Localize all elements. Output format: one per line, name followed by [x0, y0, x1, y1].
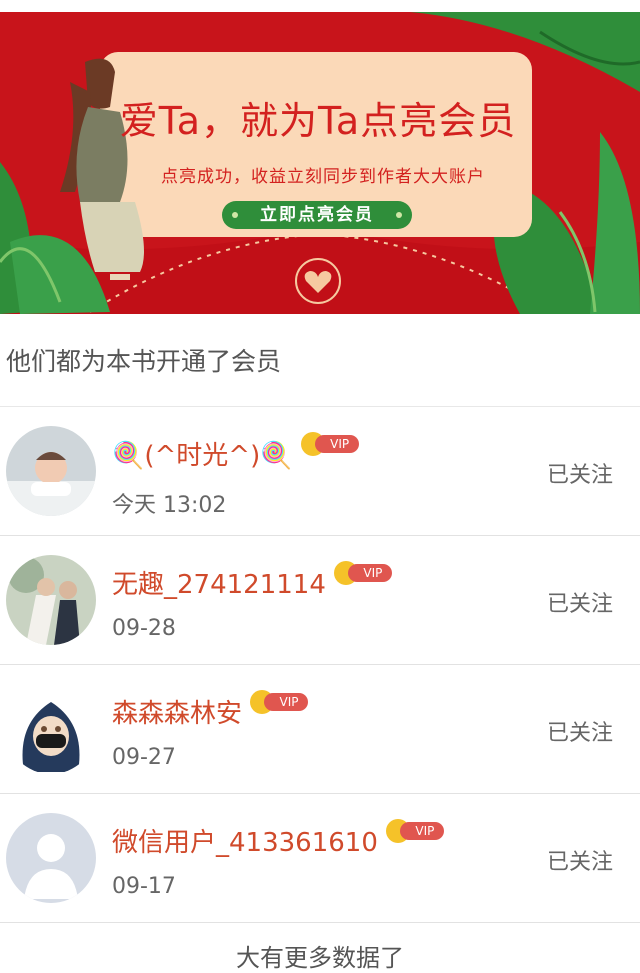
member-name[interactable]: 无趣_274121114: [112, 564, 326, 601]
default-avatar-icon: [6, 813, 96, 903]
member-name[interactable]: 微信用户_413361610: [112, 822, 378, 859]
hooded-character-icon: [6, 684, 96, 774]
heart-seal-icon: [295, 258, 341, 304]
member-row[interactable]: 🍭(^时光^)🍭 VIP 今天 13:02 已关注: [0, 407, 640, 536]
vip-badge: VIP: [250, 689, 309, 714]
banner-title: 爱Ta，就为Ta点亮会员: [119, 99, 517, 143]
member-date: 09-27: [112, 745, 176, 770]
light-up-membership-button[interactable]: 立即点亮会员: [222, 201, 412, 229]
avatar[interactable]: [6, 684, 96, 774]
followed-button[interactable]: 已关注: [547, 586, 613, 618]
section-title: 他们都为本书开通了会员: [0, 314, 640, 407]
member-date: 09-17: [112, 874, 176, 899]
followed-button[interactable]: 已关注: [547, 457, 613, 489]
baby-photo-icon: [6, 426, 96, 516]
avatar[interactable]: [6, 813, 96, 903]
banner-subtitle: 点亮成功，收益立刻同步到作者大大账户: [161, 167, 485, 187]
avatar[interactable]: [6, 426, 96, 516]
followed-button[interactable]: 已关注: [547, 844, 613, 876]
vip-badge: VIP: [333, 560, 392, 585]
member-date: 09-28: [112, 616, 176, 641]
vip-badge: VIP: [300, 431, 359, 456]
followed-button[interactable]: 已关注: [547, 715, 613, 747]
member-name[interactable]: 🍭(^时光^)🍭: [112, 435, 293, 472]
membership-banner[interactable]: 爱Ta，就为Ta点亮会员 点亮成功，收益立刻同步到作者大大账户 立即点亮会员: [0, 12, 640, 314]
no-more-data-text: 大有更多数据了: [236, 944, 404, 972]
member-name[interactable]: 森森森林安: [112, 693, 242, 730]
member-row[interactable]: 微信用户_413361610 VIP 09-17 已关注: [0, 794, 640, 923]
member-row[interactable]: 森森森林安 VIP 09-27 已关注: [0, 665, 640, 794]
vip-badge: VIP: [385, 818, 444, 843]
member-date: 今天 13:02: [112, 493, 227, 518]
top-spacer: [0, 0, 640, 12]
couple-photo-icon: [6, 555, 96, 645]
avatar[interactable]: [6, 555, 96, 645]
member-row[interactable]: 无趣_274121114 VIP 09-28 已关注: [0, 536, 640, 665]
